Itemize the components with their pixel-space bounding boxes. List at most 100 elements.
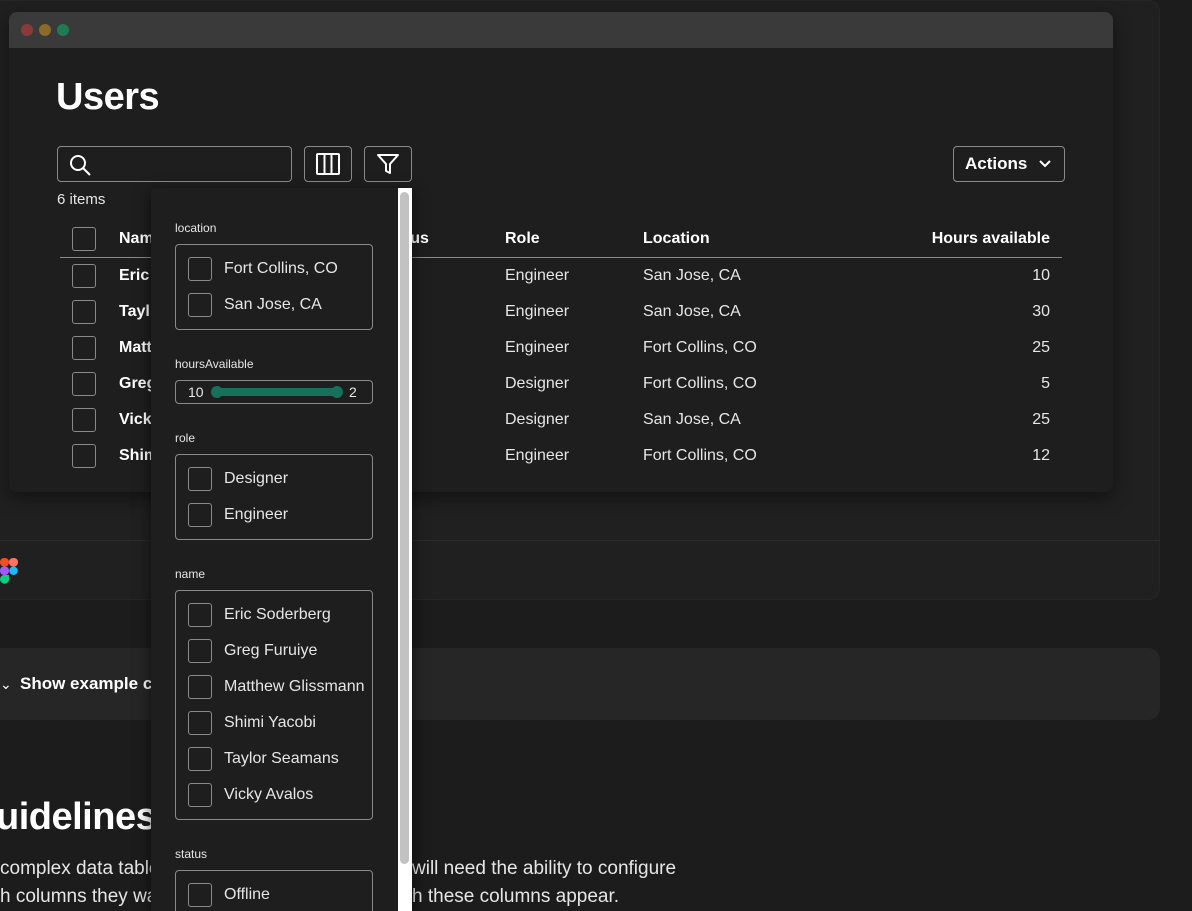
filter-option-label: San Jose, CA [224, 296, 322, 313]
page-title: Users [56, 76, 160, 118]
guidelines-text-1a: complex data table [0, 858, 160, 879]
row-checkbox[interactable] [72, 300, 96, 324]
row-checkbox[interactable] [72, 408, 96, 432]
filter-role-group: Designer Engineer [175, 454, 373, 540]
select-all-checkbox[interactable] [72, 226, 96, 251]
cell-role: Engineer [505, 447, 570, 464]
filter-checkbox[interactable] [188, 603, 212, 627]
actions-label: Actions [965, 154, 1028, 173]
guidelines-text-2b: h these columns appear. [412, 886, 620, 907]
cell-name[interactable]: Tayl [119, 294, 150, 330]
actions-button[interactable]: Actions [953, 146, 1065, 182]
filter-checkbox[interactable] [188, 675, 212, 699]
hours-range-slider: 10 2 [175, 380, 373, 404]
filter-location-label: location [175, 221, 217, 235]
cell-location: Fort Collins, CO [643, 375, 757, 392]
filter-option[interactable]: Engineer [188, 503, 288, 527]
filter-name-group: Eric Soderberg Greg Furuiye Matthew Glis… [175, 590, 373, 820]
cell-role: Designer [505, 411, 570, 428]
cell-hours: 5 [1041, 375, 1050, 392]
filter-option[interactable]: Greg Furuiye [188, 639, 317, 663]
cell-hours: 12 [1032, 447, 1050, 464]
guidelines-text-1b: will need the ability to configure [412, 858, 677, 879]
filter-checkbox[interactable] [188, 503, 212, 527]
filter-status-label: status [175, 847, 208, 861]
range-min-value: 10 [188, 384, 204, 400]
cell-location: San Jose, CA [643, 411, 741, 428]
filter-option[interactable]: Taylor Seamans [188, 747, 339, 771]
columns-icon [316, 153, 340, 175]
guidelines-heading: uidelines [0, 796, 157, 838]
filter-option[interactable]: Offline [188, 883, 270, 907]
search-input[interactable] [104, 151, 284, 177]
filter-checkbox[interactable] [188, 883, 212, 907]
maximize-dot[interactable] [57, 24, 69, 36]
cell-name[interactable]: Matt [119, 330, 152, 366]
figma-icon[interactable] [0, 558, 18, 584]
filter-option-label: Fort Collins, CO [224, 260, 338, 277]
filter-option[interactable]: Fort Collins, CO [188, 257, 338, 281]
filter-option[interactable]: Shimi Yacobi [188, 711, 316, 735]
filter-checkbox[interactable] [188, 293, 212, 317]
search-box[interactable] [57, 146, 292, 182]
row-checkbox[interactable] [72, 336, 96, 360]
filter-option-label: Designer [224, 470, 289, 487]
guidelines-text-2a: h columns they wa [0, 886, 158, 907]
cell-hours: 25 [1032, 411, 1050, 428]
filter-checkbox[interactable] [188, 639, 212, 663]
cell-role: Engineer [505, 267, 570, 284]
filter-option[interactable]: Designer [188, 467, 288, 491]
filter-checkbox[interactable] [188, 711, 212, 735]
cell-hours: 25 [1032, 339, 1050, 356]
header-role[interactable]: Role [505, 220, 540, 257]
cell-hours: 10 [1032, 267, 1050, 284]
header-location[interactable]: Location [643, 220, 710, 257]
search-icon [70, 155, 91, 176]
titlebar [9, 12, 1113, 48]
row-checkbox[interactable] [72, 264, 96, 288]
filter-option[interactable]: Vicky Avalos [188, 783, 313, 807]
range-thumb-max[interactable] [331, 386, 343, 398]
filter-checkbox[interactable] [188, 747, 212, 771]
filter-option-label: Engineer [224, 506, 289, 523]
range-max-value: 2 [349, 384, 357, 400]
item-count: 6 items [57, 191, 106, 208]
row-checkbox[interactable] [72, 372, 96, 396]
filter-status-group: Offline [175, 870, 373, 911]
filter-panel: location Fort Collins, CO San Jose, CA h… [151, 188, 412, 911]
panel-scrollbar[interactable] [398, 188, 412, 911]
chevron-down-icon: ⌄ [0, 676, 12, 692]
scrollbar-thumb[interactable] [400, 192, 409, 864]
chevron-down-icon [1039, 160, 1052, 168]
filter-option-label: Offline [224, 886, 270, 903]
filter-role-label: role [175, 431, 196, 445]
range-thumb-min[interactable] [211, 386, 223, 398]
filter-name-label: name [175, 567, 206, 581]
cell-hours: 30 [1032, 303, 1050, 320]
filter-option-label: Matthew Glissmann [224, 678, 365, 695]
header-hours[interactable]: Hours available [932, 220, 1050, 257]
cell-location: San Jose, CA [643, 303, 741, 320]
filter-option[interactable]: San Jose, CA [188, 293, 322, 317]
range-track[interactable] [216, 388, 338, 396]
minimize-dot[interactable] [39, 24, 51, 36]
filter-option-label: Vicky Avalos [224, 786, 314, 803]
filter-option-label: Shimi Yacobi [224, 714, 316, 731]
filter-location-group: Fort Collins, CO San Jose, CA [175, 244, 373, 330]
cell-location: Fort Collins, CO [643, 447, 757, 464]
filter-button[interactable] [364, 146, 412, 182]
filter-checkbox[interactable] [188, 783, 212, 807]
cell-name[interactable]: Vick [119, 402, 152, 438]
cell-location: Fort Collins, CO [643, 339, 757, 356]
filter-checkbox[interactable] [188, 257, 212, 281]
filter-option[interactable]: Eric Soderberg [188, 603, 331, 627]
filter-option-label: Eric Soderberg [224, 606, 331, 623]
filter-option[interactable]: Matthew Glissmann [188, 675, 365, 699]
row-checkbox[interactable] [72, 444, 96, 468]
cell-name[interactable]: Eric [119, 258, 149, 294]
columns-button[interactable] [304, 146, 352, 182]
filter-icon [377, 154, 399, 174]
close-dot[interactable] [21, 24, 33, 36]
cell-role: Designer [505, 375, 570, 392]
filter-checkbox[interactable] [188, 467, 212, 491]
